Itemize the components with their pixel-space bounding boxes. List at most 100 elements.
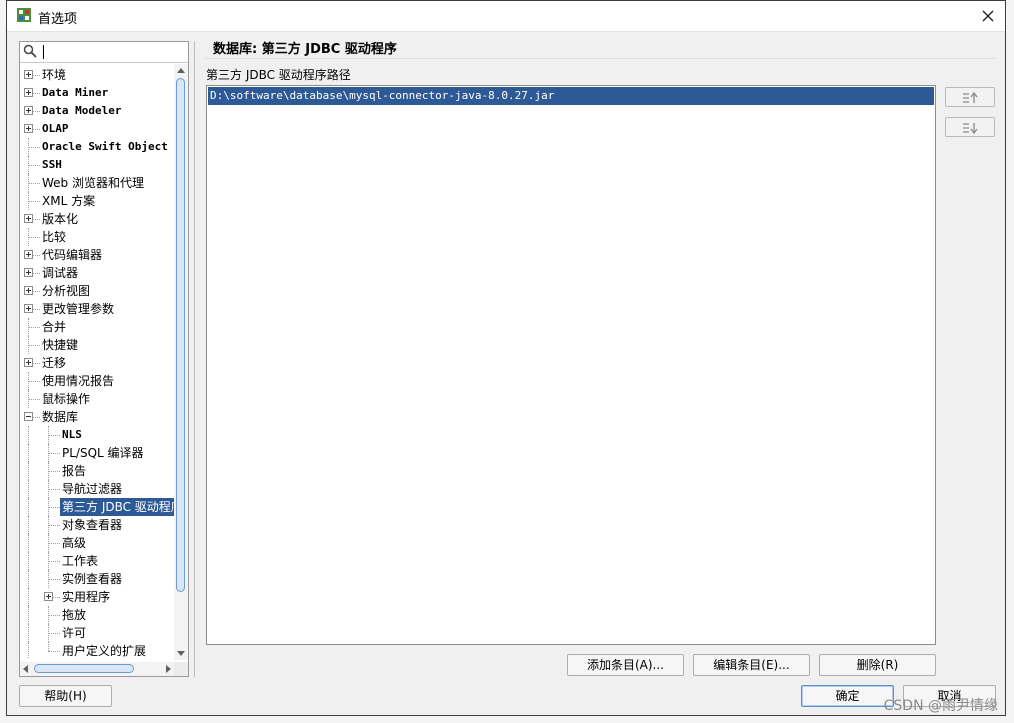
tree-horizontal-scrollbar[interactable] bbox=[20, 662, 174, 676]
ok-button[interactable]: 确定 bbox=[801, 685, 894, 707]
tree-connector bbox=[48, 471, 60, 472]
tree-connector bbox=[28, 498, 29, 516]
tree-item-label: 实例查看器 bbox=[62, 572, 123, 586]
tree-item[interactable]: 许可 bbox=[20, 624, 174, 642]
tree-connector bbox=[28, 642, 29, 659]
expand-plus-icon[interactable] bbox=[24, 304, 33, 313]
tree-connector bbox=[28, 237, 40, 238]
tree-connector bbox=[48, 453, 60, 454]
tree-connector bbox=[33, 363, 40, 364]
tree-item[interactable]: 用户定义的扩展 bbox=[20, 642, 174, 659]
tree-item[interactable]: 更改管理参数 bbox=[20, 300, 174, 318]
expand-plus-icon[interactable] bbox=[24, 268, 33, 277]
tree-item[interactable]: 迁移 bbox=[20, 354, 174, 372]
tree-item[interactable]: Oracle Swift Object St bbox=[20, 138, 174, 156]
scroll-up-arrow-icon[interactable] bbox=[177, 68, 185, 73]
driver-path-label: 第三方 JDBC 驱动程序路径 bbox=[206, 68, 351, 82]
close-button[interactable] bbox=[977, 5, 999, 27]
tree-item[interactable]: 分析视图 bbox=[20, 282, 174, 300]
tree-item[interactable]: 比较 bbox=[20, 228, 174, 246]
tree-item[interactable]: 对象查看器 bbox=[20, 516, 174, 534]
tree-item[interactable]: NLS bbox=[20, 426, 174, 444]
expand-plus-icon[interactable] bbox=[24, 286, 33, 295]
collapse-minus-icon[interactable] bbox=[24, 412, 33, 421]
tree-connector bbox=[33, 219, 40, 220]
driver-path-list[interactable]: D:\software\database\mysql-connector-jav… bbox=[206, 85, 936, 645]
tree-item[interactable]: 版本化 bbox=[20, 210, 174, 228]
tree-item[interactable]: 拖放 bbox=[20, 606, 174, 624]
tree-connector bbox=[28, 165, 40, 166]
tree-item[interactable]: 第三方 JDBC 驱动程序 bbox=[20, 498, 174, 516]
tree-item[interactable]: 报告 bbox=[20, 462, 174, 480]
tree-item[interactable]: 工作表 bbox=[20, 552, 174, 570]
tree-item[interactable]: SSH bbox=[20, 156, 174, 174]
tree-item[interactable]: Web 浏览器和代理 bbox=[20, 174, 174, 192]
tree-item-label: 工作表 bbox=[62, 554, 99, 568]
tree-item[interactable]: Data Modeler bbox=[20, 102, 174, 120]
tree-item[interactable]: 高级 bbox=[20, 534, 174, 552]
tree-connector bbox=[48, 489, 60, 490]
tree-vertical-scrollbar[interactable] bbox=[174, 64, 188, 660]
tree-connector bbox=[48, 642, 49, 651]
tree-item-label: 版本化 bbox=[42, 212, 79, 226]
search-box[interactable] bbox=[20, 42, 188, 63]
tree-item[interactable]: 代码编辑器 bbox=[20, 246, 174, 264]
pane-splitter[interactable] bbox=[194, 41, 197, 677]
title-bar[interactable]: 首选项 bbox=[7, 1, 1005, 32]
tree-connector bbox=[28, 345, 40, 346]
tree-item[interactable]: XML 方案 bbox=[20, 192, 174, 210]
tree-item[interactable]: 鼠标操作 bbox=[20, 390, 174, 408]
tree-connector bbox=[33, 273, 40, 274]
tree-item[interactable]: 合并 bbox=[20, 318, 174, 336]
expand-plus-icon[interactable] bbox=[24, 358, 33, 367]
tree-item[interactable]: OLAP bbox=[20, 120, 174, 138]
tree-connector bbox=[33, 255, 40, 256]
search-input[interactable] bbox=[42, 43, 182, 60]
tree-connector bbox=[33, 93, 40, 94]
expand-plus-icon[interactable] bbox=[24, 70, 33, 79]
help-button[interactable]: 帮助(H) bbox=[19, 685, 112, 707]
tree-item[interactable]: 数据库 bbox=[20, 408, 174, 426]
tree-item[interactable]: Data Miner bbox=[20, 84, 174, 102]
tree-connector bbox=[48, 651, 60, 652]
tree-vertical-scroll-thumb[interactable] bbox=[176, 78, 185, 592]
tree-item-label: 快捷键 bbox=[42, 338, 79, 352]
tree-item[interactable]: 导航过滤器 bbox=[20, 480, 174, 498]
add-entry-button[interactable]: 添加条目(A)... bbox=[567, 654, 684, 676]
driver-path-item[interactable]: D:\software\database\mysql-connector-jav… bbox=[208, 87, 934, 105]
tree-connector bbox=[28, 606, 29, 624]
expand-plus-icon[interactable] bbox=[24, 88, 33, 97]
scroll-down-arrow-icon[interactable] bbox=[177, 651, 185, 656]
move-down-button[interactable] bbox=[945, 117, 995, 137]
move-up-button[interactable] bbox=[945, 87, 995, 107]
tree-item[interactable]: 调试器 bbox=[20, 264, 174, 282]
tree-connector bbox=[28, 534, 29, 552]
expand-plus-icon[interactable] bbox=[24, 250, 33, 259]
tree-item-label: NLS bbox=[62, 428, 82, 441]
tree-item[interactable]: 快捷键 bbox=[20, 336, 174, 354]
tree-horizontal-scroll-thumb[interactable] bbox=[34, 664, 134, 673]
move-down-icon bbox=[963, 123, 978, 135]
tree-item[interactable]: 使用情况报告 bbox=[20, 372, 174, 390]
tree-item[interactable]: PL/SQL 编译器 bbox=[20, 444, 174, 462]
scroll-left-arrow-icon[interactable] bbox=[23, 665, 28, 673]
scroll-right-arrow-icon[interactable] bbox=[166, 665, 171, 673]
tree-item[interactable]: 环境 bbox=[20, 66, 174, 84]
tree-connector bbox=[28, 480, 29, 498]
expand-plus-icon[interactable] bbox=[44, 592, 53, 601]
expand-plus-icon[interactable] bbox=[24, 106, 33, 115]
tree-item-label: 环境 bbox=[42, 68, 67, 82]
expand-plus-icon[interactable] bbox=[24, 124, 33, 133]
tree-item[interactable]: 实用程序 bbox=[20, 588, 174, 606]
tree-item-label: 第三方 JDBC 驱动程序 bbox=[60, 498, 174, 516]
tree-connector bbox=[28, 381, 40, 382]
expand-plus-icon[interactable] bbox=[24, 214, 33, 223]
delete-entry-button[interactable]: 删除(R) bbox=[819, 654, 936, 676]
tree-item-label: OLAP bbox=[42, 122, 69, 135]
edit-entry-button[interactable]: 编辑条目(E)... bbox=[693, 654, 810, 676]
tree-connector bbox=[33, 309, 40, 310]
tree-connector bbox=[28, 552, 29, 570]
tree-connector bbox=[28, 327, 40, 328]
tree-connector bbox=[48, 507, 60, 508]
tree-item[interactable]: 实例查看器 bbox=[20, 570, 174, 588]
